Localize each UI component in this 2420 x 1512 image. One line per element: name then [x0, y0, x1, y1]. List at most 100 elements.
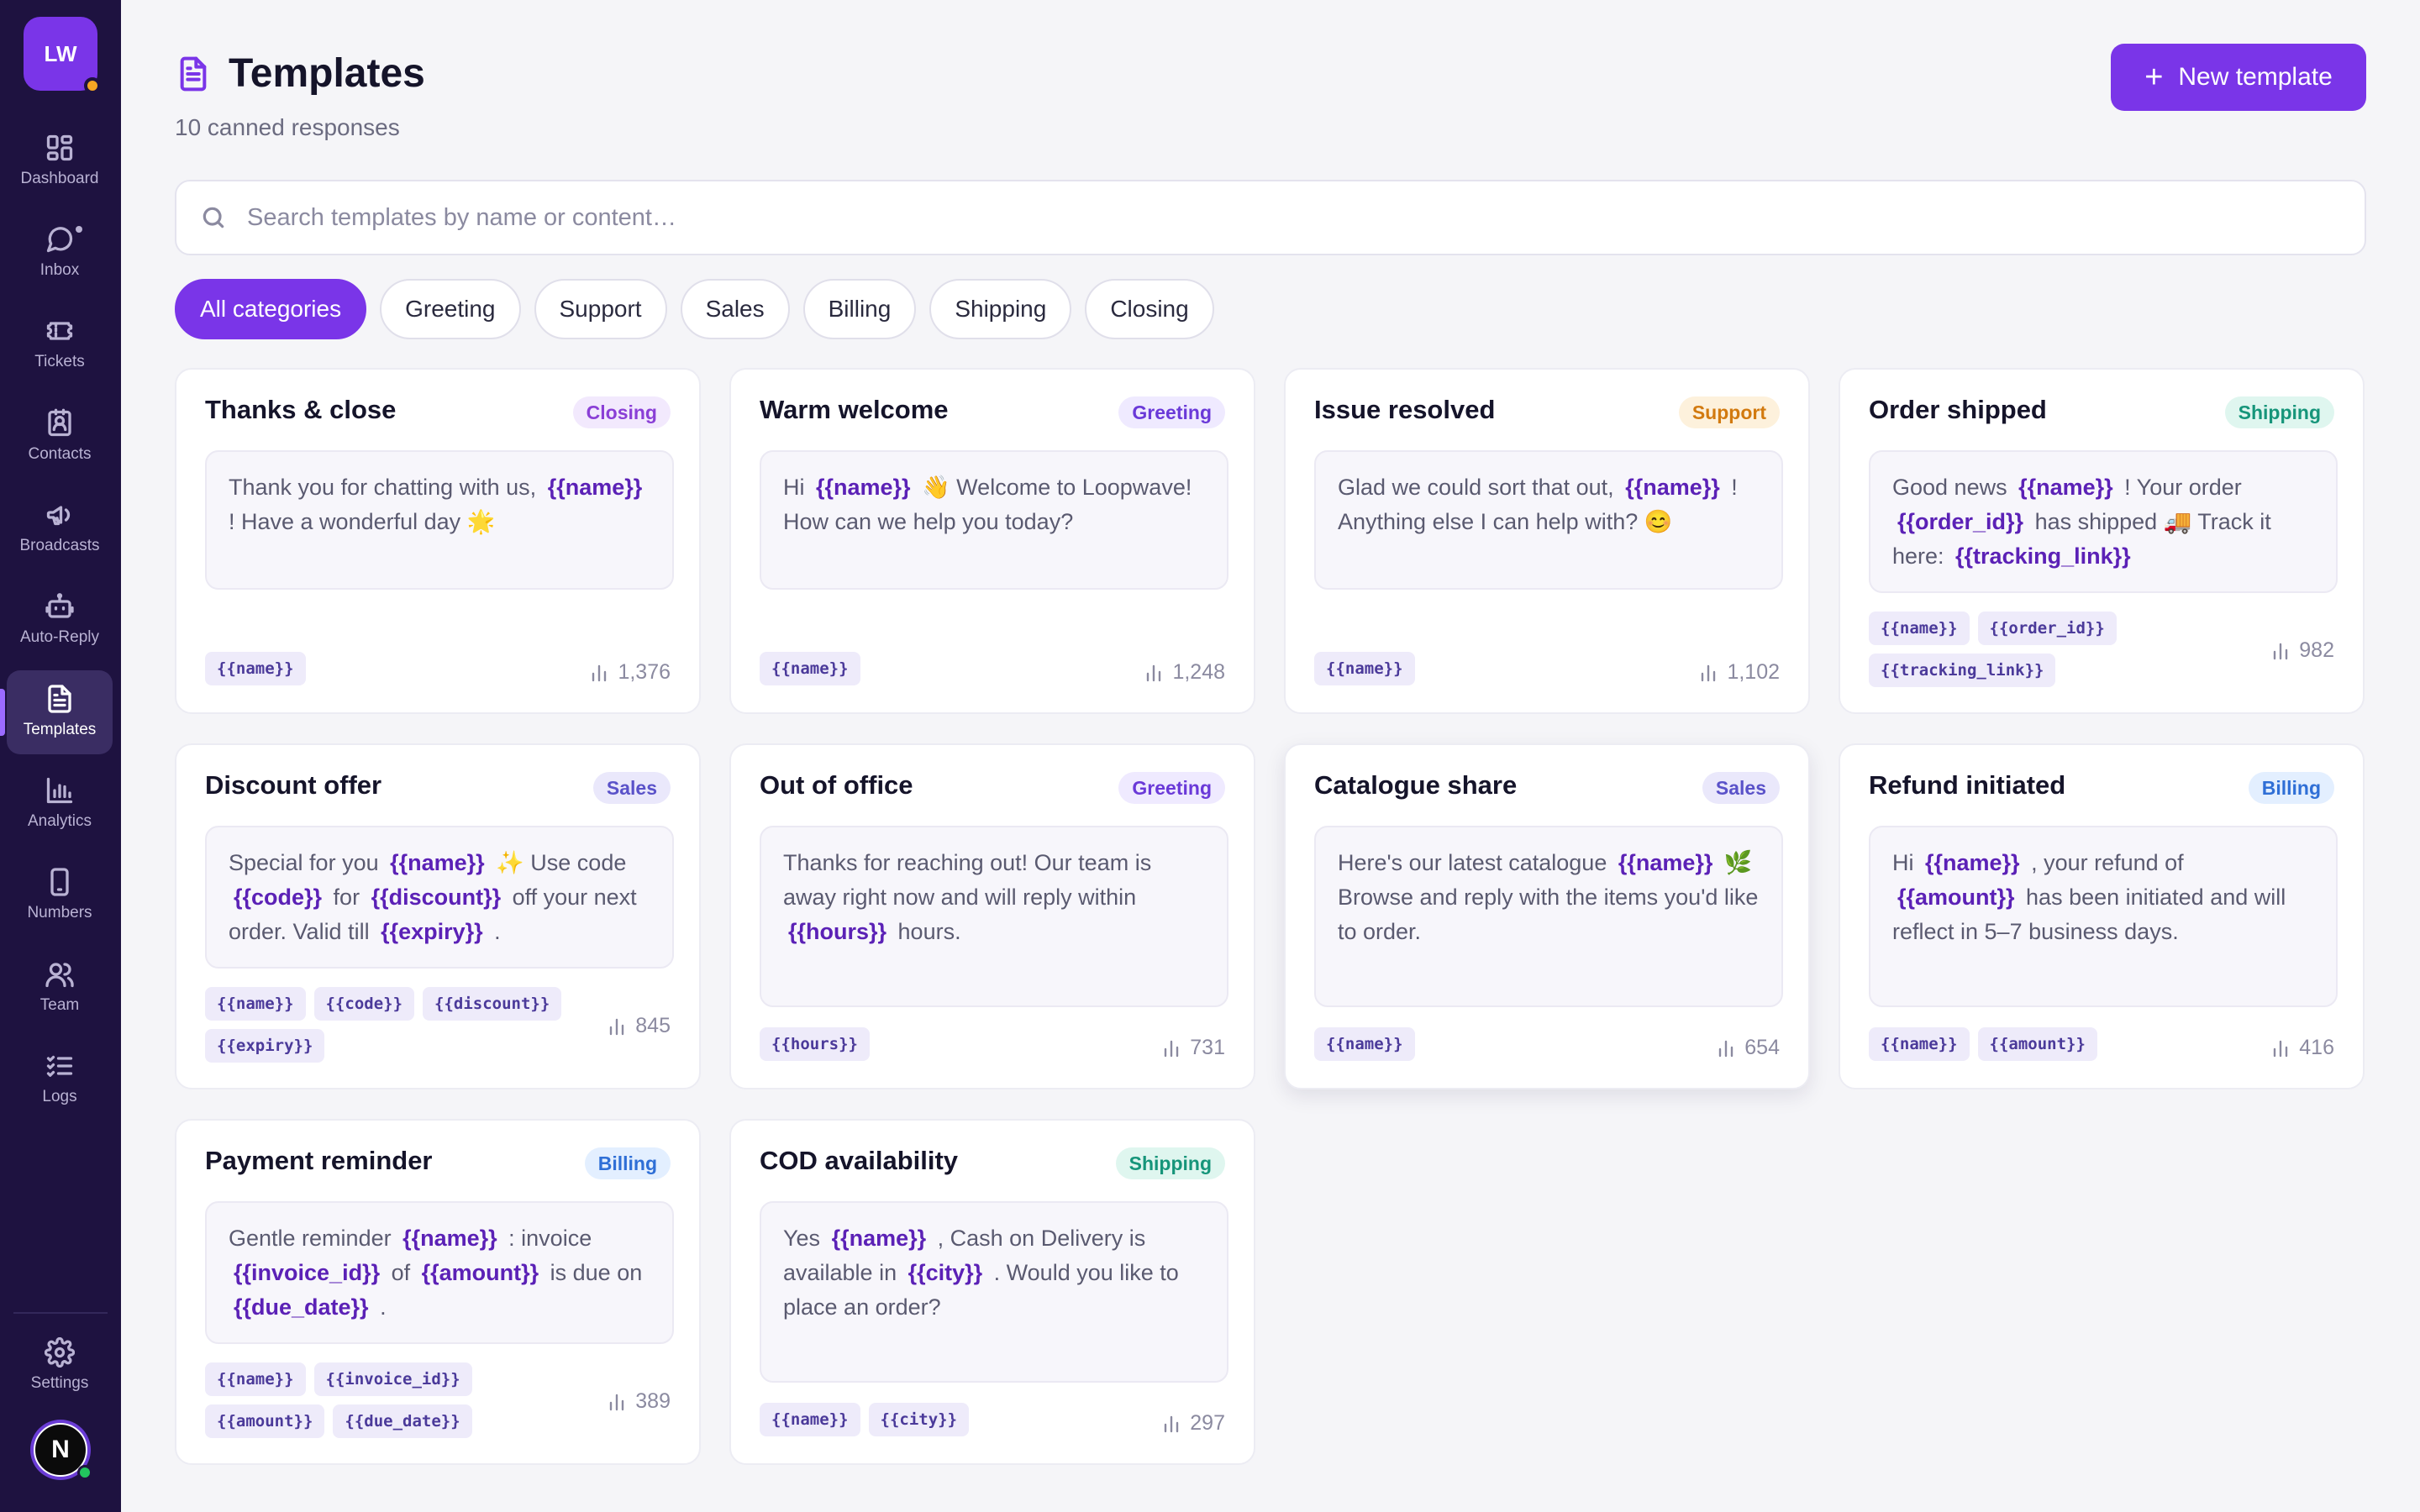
- usage-count: 845: [607, 1014, 671, 1038]
- template-card[interactable]: Thanks & close Closing Thank you for chatt…: [175, 368, 701, 714]
- new-template-button[interactable]: + New template: [2111, 44, 2366, 111]
- template-card[interactable]: Warm welcome Greeting Hi {{name}} 👋 Welcom…: [729, 368, 1255, 714]
- template-card[interactable]: Refund initiated Billing Hi {{name}} , you…: [1839, 743, 2365, 1089]
- template-preview: Special for you {{name}} ✨ Use code {{co…: [205, 826, 674, 969]
- usage-chart-icon: [2274, 643, 2288, 659]
- list-check-icon: [46, 1055, 73, 1077]
- template-card[interactable]: Out of office Greeting Thanks for reaching…: [729, 743, 1255, 1089]
- filter-chip-billing[interactable]: Billing: [802, 279, 917, 339]
- preview-variable: {{name}}: [2018, 475, 2113, 500]
- usage-chart-icon: [1719, 1040, 1733, 1057]
- document-icon: [48, 685, 71, 713]
- preview-variable: {{name}}: [1625, 475, 1720, 500]
- usage-chart-icon: [1165, 1040, 1179, 1057]
- sidebar-item-dashboard[interactable]: Dashboard: [7, 119, 113, 203]
- variable-tag: {{code}}: [313, 987, 415, 1021]
- variable-tags: {{name}}: [760, 652, 1180, 685]
- template-card[interactable]: Payment reminder Billing Gentle reminder {…: [175, 1119, 701, 1465]
- variable-tag: {{expiry}}: [205, 1029, 325, 1063]
- workspace-logo[interactable]: LW: [24, 17, 101, 94]
- template-card[interactable]: Issue resolved Support Glad we could sort …: [1284, 368, 1810, 714]
- category-badge: Sales: [1702, 772, 1780, 804]
- filter-chip-greeting[interactable]: Greeting: [380, 279, 521, 339]
- page-title: Templates: [229, 51, 425, 96]
- variable-tag: {{hours}}: [760, 1027, 870, 1061]
- preview-text: Thank you for chatting with us,: [229, 475, 543, 500]
- preview-text: is due on: [544, 1260, 643, 1285]
- category-badge: Billing: [584, 1147, 671, 1179]
- preview-variable: {{name}}: [1618, 850, 1713, 875]
- preview-text: Good news: [1892, 475, 2014, 500]
- preview-variable: {{discount}}: [371, 885, 502, 910]
- bar-chart-icon: [46, 777, 73, 804]
- filter-chip-support[interactable]: Support: [534, 279, 667, 339]
- workspace-initials: LW: [44, 40, 77, 66]
- search-input[interactable]: Search templates by name or content…: [175, 180, 2366, 255]
- usage-count: 654: [1716, 1036, 1780, 1060]
- sidebar-item-logs[interactable]: Logs: [7, 1037, 113, 1121]
- sidebar-divider: [13, 1312, 108, 1314]
- variable-tag: {{invoice_id}}: [313, 1362, 472, 1396]
- sidebar-item-broadcasts[interactable]: Broadcasts: [7, 486, 113, 570]
- sidebar-item-settings[interactable]: Settings: [7, 1324, 113, 1408]
- preview-variable: {{name}}: [402, 1226, 497, 1251]
- filter-chip-all-categories[interactable]: All categories: [175, 279, 367, 339]
- preview-text: for: [327, 885, 366, 910]
- sidebar-item-team[interactable]: Team: [7, 946, 113, 1030]
- contact-card-icon: [48, 408, 71, 437]
- phone-icon: [50, 868, 69, 896]
- sidebar-item-label: Tickets: [34, 353, 85, 370]
- user-avatar[interactable]: N: [30, 1420, 92, 1480]
- preview-variable: {{hours}}: [788, 919, 887, 944]
- template-preview: Good news {{name}} ! Your order {{order_…: [1869, 450, 2338, 593]
- category-badge: Shipping: [1115, 1147, 1225, 1179]
- preview-variable: {{name}}: [831, 1226, 927, 1251]
- megaphone-icon: [46, 506, 71, 526]
- sidebar-item-auto-reply[interactable]: Auto-Reply: [7, 578, 113, 662]
- usage-chart-icon: [2274, 1040, 2288, 1057]
- preview-variable: {{name}}: [390, 850, 485, 875]
- preview-text: Special for you: [229, 850, 386, 875]
- usage-value: 982: [2299, 638, 2334, 662]
- filter-chip-sales[interactable]: Sales: [680, 279, 790, 339]
- preview-variable: {{name}}: [547, 475, 643, 500]
- usage-count: 1,248: [1144, 660, 1225, 685]
- sidebar-item-tickets[interactable]: Tickets: [7, 302, 113, 386]
- template-title: Out of office: [760, 770, 913, 800]
- preview-text: ! Your order: [2118, 475, 2242, 500]
- template-title: Catalogue share: [1314, 770, 1518, 800]
- template-card[interactable]: Catalogue share Sales Here's our latest ca…: [1284, 743, 1810, 1089]
- usage-value: 731: [1190, 1036, 1225, 1059]
- sidebar-item-templates[interactable]: Templates: [0, 670, 113, 754]
- filter-chip-shipping[interactable]: Shipping: [929, 279, 1072, 339]
- variable-tag: {{name}}: [205, 652, 306, 685]
- variable-tags: {{name}} {{amount}}: [1869, 1027, 2289, 1061]
- template-card[interactable]: Order shipped Shipping Good news {{name}} …: [1839, 368, 2365, 714]
- category-badge: Billing: [2248, 772, 2334, 804]
- sidebar-item-label: Settings: [30, 1374, 89, 1392]
- category-filters: All categories Greeting Support Sales Billin…: [175, 279, 1214, 339]
- template-title: Issue resolved: [1314, 395, 1496, 424]
- preview-text: .: [373, 1294, 387, 1320]
- filter-chip-closing[interactable]: Closing: [1085, 279, 1214, 339]
- sidebar-item-analytics[interactable]: Analytics: [7, 762, 113, 846]
- template-preview: Thank you for chatting with us, {{name}}…: [205, 450, 674, 590]
- template-count: 10 canned responses: [175, 114, 400, 140]
- sidebar-item-numbers[interactable]: Numbers: [7, 853, 113, 937]
- category-badge: Greeting: [1118, 396, 1225, 428]
- usage-count: 297: [1161, 1411, 1225, 1436]
- variable-tag: {{discount}}: [423, 987, 562, 1021]
- template-card[interactable]: COD availability Shipping Yes {{name}} , C…: [729, 1119, 1255, 1465]
- template-card[interactable]: Discount offer Sales Special for you {{nam…: [175, 743, 701, 1089]
- usage-chart-icon: [1702, 664, 1716, 681]
- sidebar-item-label: Team: [39, 996, 80, 1014]
- online-status-dot: [77, 1465, 92, 1480]
- category-badge: Sales: [592, 772, 671, 804]
- template-preview: Hi {{name}} , your refund of {{amount}} …: [1869, 826, 2338, 1007]
- preview-variable: {{due_date}}: [234, 1294, 369, 1320]
- preview-text: of: [385, 1260, 417, 1285]
- sidebar-item-inbox[interactable]: Inbox: [7, 211, 113, 295]
- sidebar-item-contacts[interactable]: Contacts: [7, 395, 113, 479]
- usage-chart-icon: [610, 1018, 624, 1035]
- variable-tag: {{name}}: [205, 1362, 306, 1396]
